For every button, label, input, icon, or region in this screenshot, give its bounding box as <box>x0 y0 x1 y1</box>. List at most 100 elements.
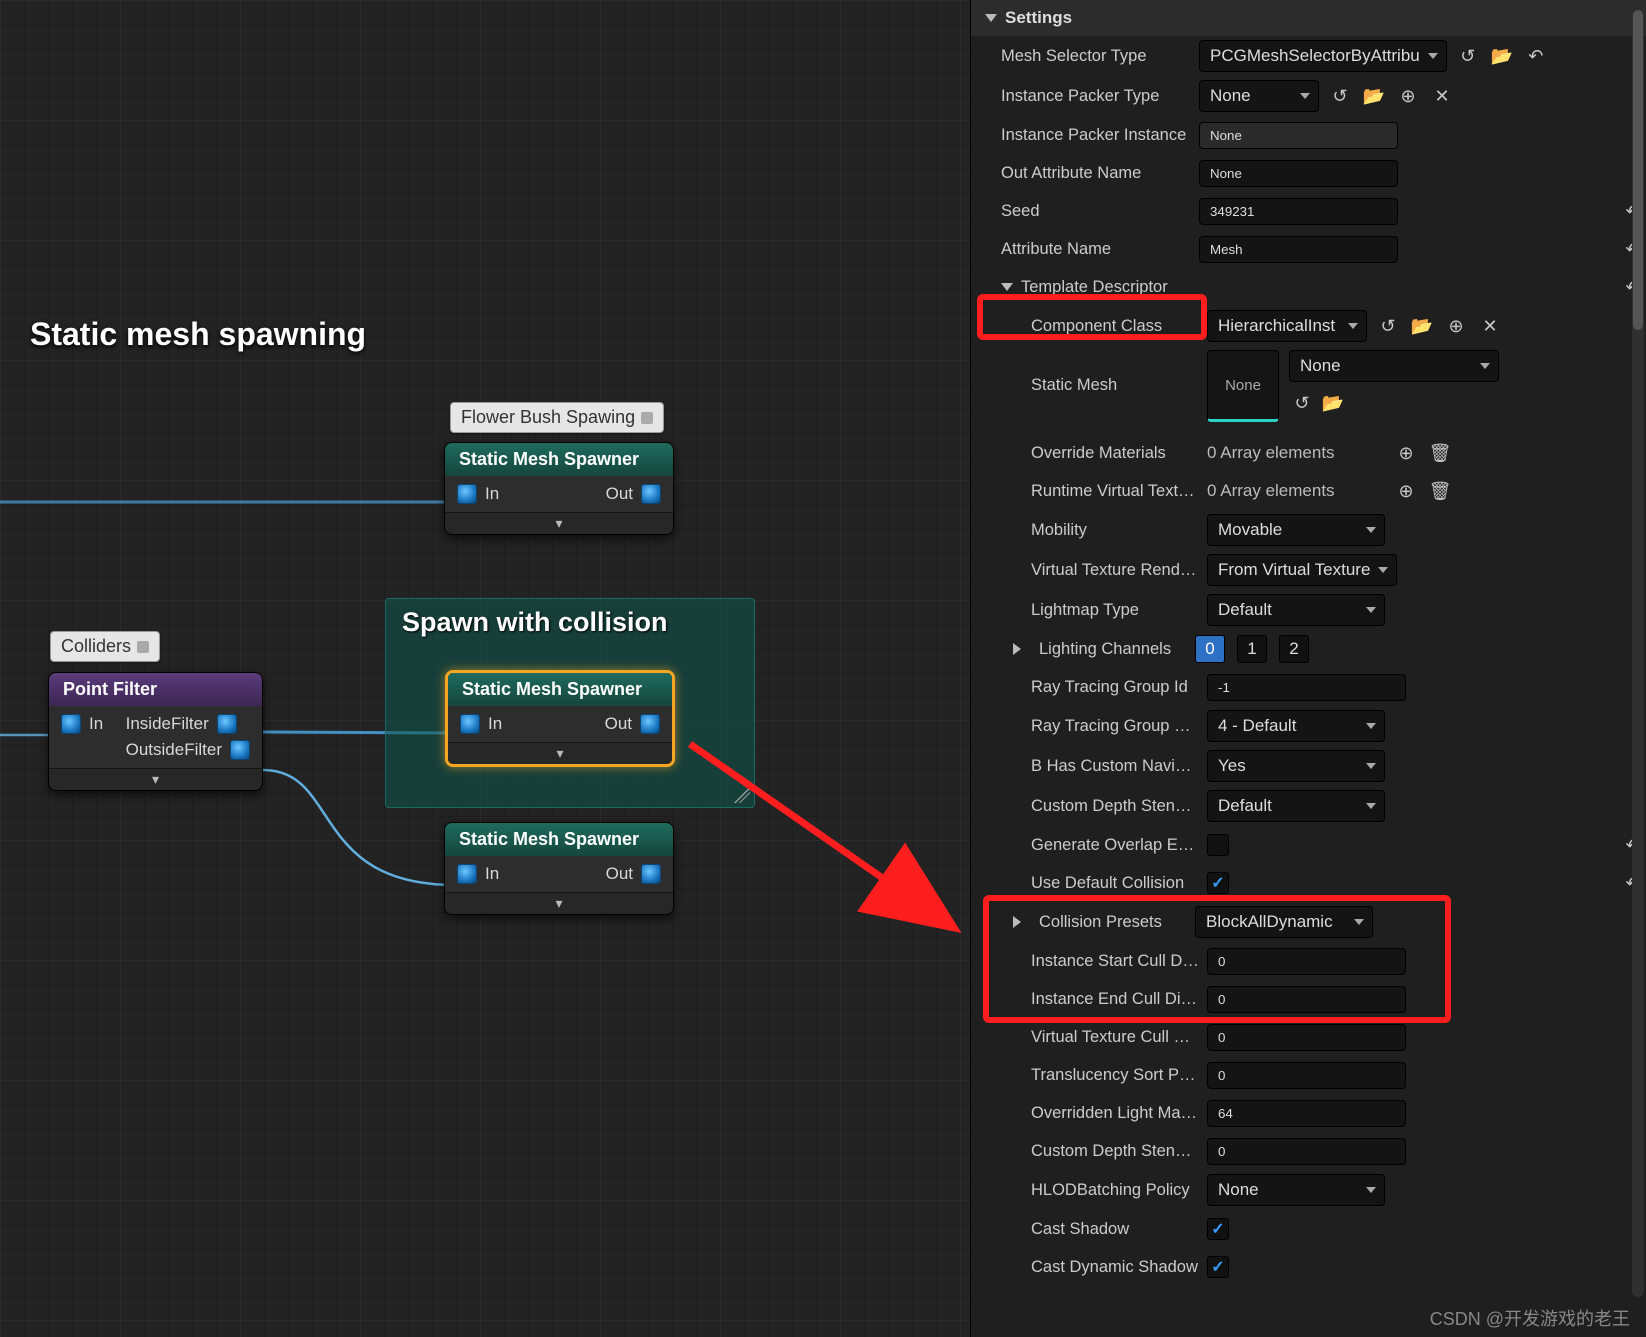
note-label: Colliders <box>61 636 131 656</box>
row-inst-end-cull: Instance End Cull Distance <box>971 980 1646 1018</box>
lighting-channel-0[interactable]: 0 <box>1195 635 1225 663</box>
chevron-right-icon <box>1013 916 1021 928</box>
row-lighting-channels[interactable]: Lighting Channels 0 1 2 <box>971 630 1646 668</box>
pin-in[interactable]: In <box>61 714 103 734</box>
pin-icon <box>457 864 477 884</box>
chevron-down-icon <box>985 14 997 22</box>
add-icon[interactable]: ⊕ <box>1395 83 1421 109</box>
row-inst-start-cull: Instance Start Cull Distan... <box>971 942 1646 980</box>
select-cds-write[interactable]: Default <box>1207 790 1385 822</box>
browse-icon[interactable]: 📂 <box>1320 390 1346 416</box>
checkbox-cast-dyn-shadow[interactable] <box>1207 1256 1229 1278</box>
input-attribute-name[interactable] <box>1199 236 1398 263</box>
pin-icon <box>641 864 661 884</box>
node-expand-icon[interactable]: ▾ <box>448 742 672 764</box>
lighting-channel-2[interactable]: 2 <box>1279 635 1309 663</box>
pin-icon <box>217 714 237 734</box>
add-icon[interactable]: ⊕ <box>1393 478 1419 504</box>
input-seed[interactable] <box>1199 198 1398 225</box>
row-cast-dyn-shadow: Cast Dynamic Shadow <box>971 1248 1646 1286</box>
row-cast-shadow: Cast Shadow <box>971 1210 1646 1248</box>
select-lightmap-type[interactable]: Default <box>1207 594 1385 626</box>
comment-note-flower[interactable]: Flower Bush Spawing <box>450 402 664 433</box>
lighting-channel-1[interactable]: 1 <box>1237 635 1267 663</box>
browse-icon[interactable]: 📂 <box>1409 313 1435 339</box>
pin-icon <box>641 484 661 504</box>
node-header: Static Mesh Spawner <box>445 443 673 476</box>
select-hlod[interactable]: None <box>1207 1174 1385 1206</box>
node-expand-icon[interactable]: ▾ <box>445 892 673 914</box>
select-mesh-selector-type[interactable]: PCGMeshSelectorByAttribu <box>1199 40 1447 72</box>
close-icon[interactable]: ✕ <box>1429 83 1455 109</box>
add-icon[interactable]: ⊕ <box>1393 440 1419 466</box>
select-has-nav[interactable]: Yes <box>1207 750 1385 782</box>
select-collision-presets[interactable]: BlockAllDynamic <box>1195 906 1373 938</box>
checkbox-cast-shadow[interactable] <box>1207 1218 1229 1240</box>
row-ray-group-cull: Ray Tracing Group Cullin...4 - Default <box>971 706 1646 746</box>
node-point-filter[interactable]: Point Filter In InsideFilter OutsideFilt… <box>48 672 263 791</box>
row-generate-overlap: Generate Overlap Events↶ <box>971 826 1646 864</box>
revert-icon[interactable]: ↶ <box>1523 43 1549 69</box>
reset-icon[interactable]: ↺ <box>1375 313 1401 339</box>
node-static-mesh-spawner-2[interactable]: Static Mesh Spawner In Out ▾ <box>445 670 675 767</box>
node-expand-icon[interactable]: ▾ <box>445 512 673 534</box>
row-template-descriptor[interactable]: Template Descriptor ↶ <box>971 268 1646 306</box>
checkbox-use-default-collision[interactable] <box>1207 872 1229 894</box>
close-icon[interactable]: ✕ <box>1477 313 1503 339</box>
pin-icon <box>640 714 660 734</box>
chevron-down-icon <box>1001 283 1013 291</box>
node-expand-icon[interactable]: ▾ <box>49 768 262 790</box>
node-static-mesh-spawner-3[interactable]: Static Mesh Spawner In Out ▾ <box>444 822 674 915</box>
pin-outside-filter[interactable]: OutsideFilter <box>126 740 250 760</box>
comment-note-colliders[interactable]: Colliders <box>50 631 160 662</box>
row-seed: Seed ↶ <box>971 192 1646 230</box>
pin-in[interactable]: In <box>457 864 499 884</box>
pin-in[interactable]: In <box>460 714 502 734</box>
row-cds-val: Custom Depth Stencil Val... <box>971 1132 1646 1170</box>
use-selected-icon[interactable]: ↺ <box>1289 390 1315 416</box>
resize-handle-icon[interactable] <box>734 787 750 803</box>
asset-thumbnail[interactable]: None <box>1207 350 1279 422</box>
select-ray-group-cull[interactable]: 4 - Default <box>1207 710 1385 742</box>
row-collision-presets[interactable]: Collision Presets BlockAllDynamic <box>971 902 1646 942</box>
pin-out[interactable]: Out <box>606 864 661 884</box>
row-use-default-collision: Use Default Collision↶ <box>971 864 1646 902</box>
input-inst-start-cull[interactable] <box>1207 948 1406 975</box>
input-out-attribute-name[interactable] <box>1199 160 1398 187</box>
pin-out[interactable]: Out <box>605 714 660 734</box>
reset-icon[interactable]: ↺ <box>1455 43 1481 69</box>
input-ray-group-id[interactable] <box>1207 674 1406 701</box>
input-instance-packer-instance[interactable] <box>1199 122 1398 149</box>
browse-icon[interactable]: 📂 <box>1489 43 1515 69</box>
pin-out[interactable]: Out <box>606 484 661 504</box>
node-static-mesh-spawner-1[interactable]: Static Mesh Spawner In Out ▾ <box>444 442 674 535</box>
row-cds-write: Custom Depth Stencil Wri...Default <box>971 786 1646 826</box>
trash-icon[interactable]: 🗑 <box>1427 478 1453 504</box>
row-runtime-virtual-textures: Runtime Virtual Textures 0 Array element… <box>971 472 1646 510</box>
section-settings[interactable]: Settings <box>971 0 1646 36</box>
input-vt-cull-mips[interactable] <box>1207 1024 1406 1051</box>
pin-inside-filter[interactable]: InsideFilter <box>126 714 250 734</box>
watermark: CSDN @开发游戏的老王 <box>1430 1305 1630 1331</box>
graph-canvas[interactable]: Static mesh spawning Flower Bush Spawing… <box>0 0 970 1337</box>
row-trans-sort: Translucency Sort Priority <box>971 1056 1646 1094</box>
scrollbar-thumb[interactable] <box>1633 10 1643 330</box>
input-cds-val[interactable] <box>1207 1138 1406 1165</box>
row-mobility: MobilityMovable <box>971 510 1646 550</box>
select-instance-packer-type[interactable]: None <box>1199 80 1319 112</box>
comment-title: Spawn with collision <box>386 599 754 646</box>
select-vt-render-pass[interactable]: From Virtual Texture <box>1207 554 1397 586</box>
scrollbar[interactable] <box>1632 10 1644 1297</box>
trash-icon[interactable]: 🗑 <box>1427 440 1453 466</box>
select-component-class[interactable]: HierarchicalInst <box>1207 310 1367 342</box>
select-mobility[interactable]: Movable <box>1207 514 1385 546</box>
input-trans-sort[interactable] <box>1207 1062 1406 1089</box>
pin-in[interactable]: In <box>457 484 499 504</box>
input-inst-end-cull[interactable] <box>1207 986 1406 1013</box>
checkbox-generate-overlap[interactable] <box>1207 834 1229 856</box>
input-olm-res[interactable] <box>1207 1100 1406 1127</box>
select-static-mesh[interactable]: None <box>1289 350 1499 382</box>
add-icon[interactable]: ⊕ <box>1443 313 1469 339</box>
browse-icon[interactable]: 📂 <box>1361 83 1387 109</box>
reset-icon[interactable]: ↺ <box>1327 83 1353 109</box>
